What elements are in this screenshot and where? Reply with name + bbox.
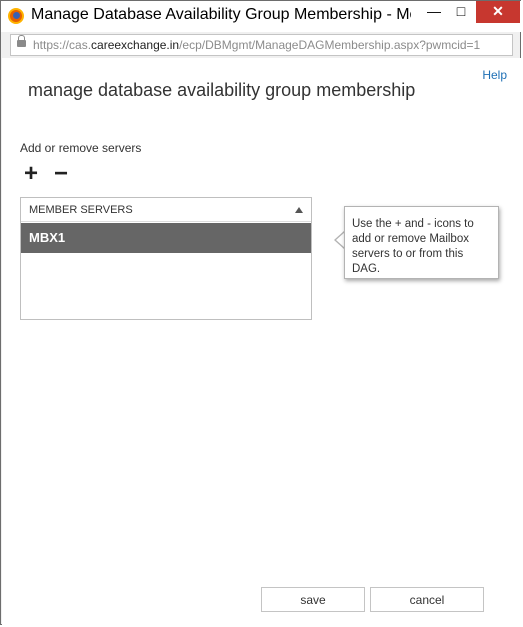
dialog-content: Help manage database availability group … <box>2 58 521 625</box>
url-domain: careexchange.in <box>91 38 180 52</box>
help-link[interactable]: Help <box>482 68 507 82</box>
lock-icon <box>17 35 26 47</box>
browser-window: Manage Database Availability Group Membe… <box>0 0 522 625</box>
url-text[interactable]: https://cas.careexchange.in/ecp/DBMgmt/M… <box>33 38 493 52</box>
column-header[interactable]: MEMBER SERVERS <box>21 198 311 222</box>
window-title: Manage Database Availability Group Membe… <box>31 6 411 23</box>
member-servers-list: MEMBER SERVERS MBX1 <box>20 197 312 320</box>
address-bar[interactable]: https://cas.careexchange.in/ecp/DBMgmt/M… <box>10 34 513 56</box>
tooltip: Use the + and - icons to add or remove M… <box>344 206 499 279</box>
list-item[interactable]: MBX1 <box>21 223 311 253</box>
title-bar: Manage Database Availability Group Membe… <box>1 1 522 32</box>
close-button[interactable]: ✕ <box>476 1 520 23</box>
section-label: Add or remove servers <box>20 141 142 155</box>
firefox-icon <box>8 8 24 24</box>
sort-ascending-icon[interactable] <box>295 207 303 213</box>
cancel-button[interactable]: cancel <box>370 587 484 612</box>
page-title: manage database availability group membe… <box>28 80 416 100</box>
column-header-label: MEMBER SERVERS <box>29 204 133 216</box>
maximize-button[interactable]: □ <box>447 1 475 23</box>
add-icon[interactable]: + <box>24 162 38 186</box>
remove-icon[interactable]: − <box>54 162 68 186</box>
save-button[interactable]: save <box>261 587 365 612</box>
minimize-button[interactable]: — <box>420 1 448 23</box>
